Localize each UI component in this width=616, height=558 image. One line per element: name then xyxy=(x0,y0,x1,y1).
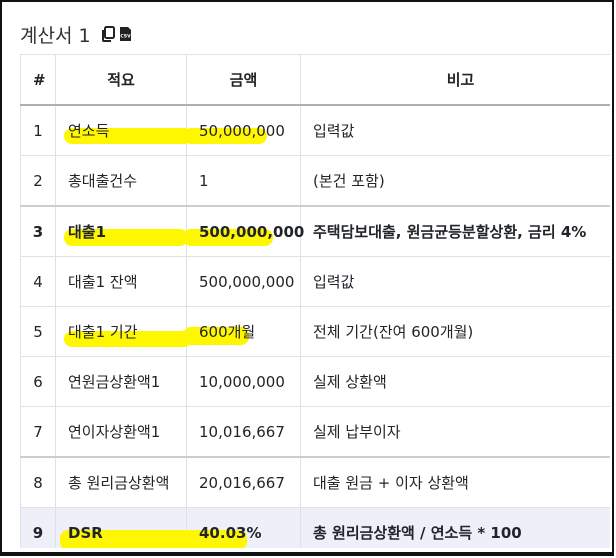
row-item: 연이자상환액1 xyxy=(55,406,187,458)
calculation-table: # 적요 금액 비고 1 연소득 50,000,000 입력값 2 총대출건수 xyxy=(20,54,610,548)
row-note: 실제 상환액 xyxy=(300,356,610,407)
row-note: 전체 기간(잔여 600개월) xyxy=(300,306,610,357)
row-amount: 20,016,667 xyxy=(186,456,301,508)
row-number: 2 xyxy=(20,155,56,207)
header-item: 적요 xyxy=(55,54,187,106)
calculation-table-container[interactable]: # 적요 금액 비고 1 연소득 50,000,000 입력값 2 총대출건수 xyxy=(20,54,610,548)
row-item: 대출1 기간 xyxy=(55,306,192,357)
row-amount: 1 xyxy=(186,155,301,207)
svg-text:CSV: CSV xyxy=(120,34,131,40)
row-note: 입력값 xyxy=(300,104,610,156)
row-number: 7 xyxy=(20,406,56,458)
row-number: 6 xyxy=(20,356,56,407)
csv-file-icon[interactable]: CSV xyxy=(119,26,132,42)
table-row: 5 대출1 기간 600개월 전체 기간(잔여 600개월) xyxy=(20,306,610,357)
table-row: 8 총 원리금상환액 20,016,667 대출 원금 + 이자 상환액 xyxy=(20,456,610,508)
row-number: 5 xyxy=(20,306,56,357)
row-number: 3 xyxy=(20,205,56,257)
table-header-row: # 적요 금액 비고 xyxy=(20,54,610,106)
table-row: 3 대출1 500,000,000 주택담보대출, 원금균등분할상환, 금리 4… xyxy=(20,205,610,257)
row-number: 1 xyxy=(20,104,56,156)
row-note: (본건 포함) xyxy=(300,155,610,207)
table-row: 1 연소득 50,000,000 입력값 xyxy=(20,104,610,156)
row-item: 연소득 xyxy=(55,104,192,156)
header-number: # xyxy=(20,54,56,106)
row-amount: 40.03% xyxy=(181,507,301,548)
row-note: 주택담보대출, 원금균등분할상환, 금리 4% xyxy=(300,205,610,257)
row-item: 대출1 xyxy=(55,205,188,257)
row-note: 총 원리금상환액 / 연소득 * 100 xyxy=(300,507,610,548)
row-item: 총 원리금상환액 xyxy=(55,456,187,508)
row-amount: 10,000,000 xyxy=(186,356,301,407)
row-amount: 50,000,000 xyxy=(183,104,301,156)
row-amount: 10,016,667 xyxy=(186,406,301,458)
table-row: 4 대출1 잔액 500,000,000 입력값 xyxy=(20,256,610,307)
row-number: 9 xyxy=(20,507,56,548)
table-row: 6 연원금상환액1 10,000,000 실제 상환액 xyxy=(20,356,610,407)
row-number: 4 xyxy=(20,256,56,307)
row-amount: 500,000,000 xyxy=(186,256,301,307)
caption-title: 계산서 1 xyxy=(20,24,91,47)
row-note: 실제 납부이자 xyxy=(300,406,610,458)
table-row: 2 총대출건수 1 (본건 포함) xyxy=(20,155,610,207)
header-amount: 금액 xyxy=(186,54,301,106)
row-note: 입력값 xyxy=(300,256,610,307)
table-row: 9 DSR 40.03% 총 원리금상환액 / 연소득 * 100 xyxy=(20,507,610,548)
table-row: 7 연이자상환액1 10,016,667 실제 납부이자 xyxy=(20,406,610,458)
row-note: 대출 원금 + 이자 상환액 xyxy=(300,456,610,508)
header-note: 비고 xyxy=(300,54,610,106)
row-item: 연원금상환액1 xyxy=(55,356,187,407)
table-caption: 계산서 1 CSV xyxy=(20,20,132,48)
row-number: 8 xyxy=(20,456,56,508)
row-amount: 600개월 xyxy=(183,306,301,357)
row-item: 총대출건수 xyxy=(55,155,187,207)
row-amount: 500,000,000 xyxy=(183,205,304,257)
row-item: 대출1 잔액 xyxy=(55,256,187,307)
copy-icon[interactable] xyxy=(101,26,115,42)
frame-bottom-border xyxy=(0,552,614,556)
row-item: DSR xyxy=(55,507,196,548)
